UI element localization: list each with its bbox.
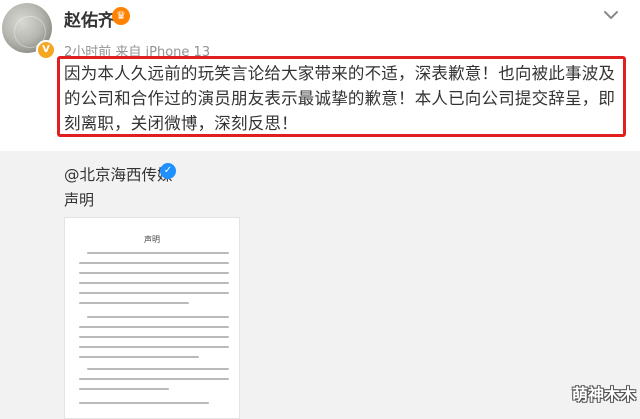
blue-verified-icon: ✓ (160, 163, 176, 179)
document-text-line (79, 346, 229, 348)
document-text-line (79, 262, 229, 264)
statement-document-image[interactable]: 声明 (64, 217, 240, 419)
document-text-line (79, 356, 199, 358)
weibo-post: V 赵佑齐 ♛ 2小时前 来自 iPhone 13 因为本人久远前的玩笑言论给大… (0, 0, 640, 151)
post-body: 因为本人久远前的玩笑言论给大家带来的不适，深表歉意！也向被此事波及的公司和合作过… (64, 64, 616, 133)
repost-text: 声明 (64, 191, 95, 209)
member-badge-icon[interactable]: ♛ (112, 7, 130, 25)
document-text-line (79, 378, 229, 380)
document-text-line (79, 292, 229, 294)
post-username[interactable]: 赵佑齐 (64, 6, 115, 31)
document-text-line (79, 388, 169, 390)
document-text-line (87, 368, 229, 370)
document-text-line (79, 402, 209, 404)
document-text-line (79, 282, 229, 284)
document-text-line (79, 302, 189, 304)
repost-card[interactable]: @北京海西传媒 ✓ 声明 声明 (0, 151, 640, 419)
document-text-line (87, 252, 229, 254)
watermark: 萌神木木 (571, 385, 636, 404)
document-text-line (79, 326, 229, 328)
document-text-line (79, 272, 229, 274)
document-text-line (79, 336, 229, 338)
document-text-line (87, 316, 229, 318)
verified-badge-icon: V (36, 40, 56, 60)
chevron-down-icon[interactable] (600, 4, 622, 26)
document-title: 声明 (144, 235, 160, 244)
repost-author[interactable]: @北京海西传媒 (64, 163, 173, 185)
